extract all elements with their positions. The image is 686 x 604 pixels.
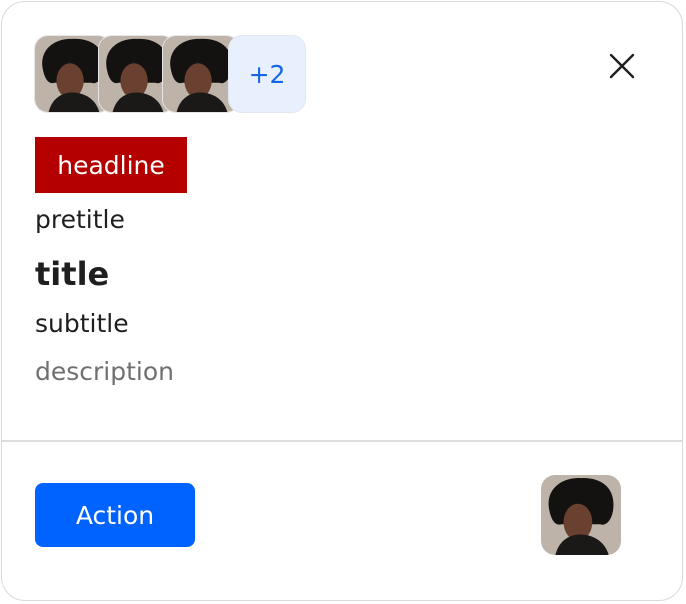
person-photo-icon [541, 475, 621, 555]
card-title: title [35, 255, 110, 293]
description: description [35, 357, 175, 386]
close-button[interactable] [602, 46, 642, 86]
action-button[interactable]: Action [35, 483, 195, 547]
content-card: +2 headline pretitle title subtitle desc… [1, 1, 683, 601]
headline-tag: headline [35, 137, 187, 193]
overflow-count-label: +2 [248, 59, 286, 89]
avatar-overflow-count[interactable]: +2 [228, 35, 306, 113]
divider [2, 440, 682, 442]
subtitle: subtitle [35, 309, 129, 338]
footer-avatar[interactable] [541, 475, 621, 555]
pretitle: pretitle [35, 205, 125, 234]
avatar-group: +2 [34, 35, 314, 115]
close-icon [609, 53, 635, 79]
